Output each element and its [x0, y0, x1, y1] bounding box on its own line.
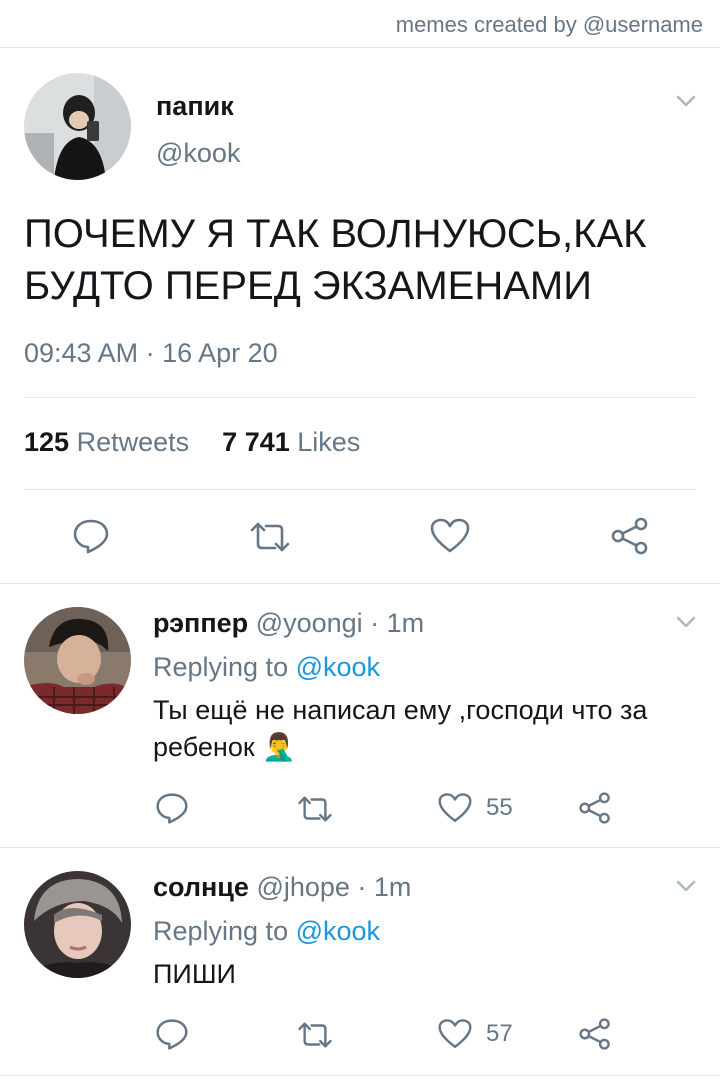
replying-to-prefix: Replying to — [153, 916, 289, 946]
chevron-down-icon[interactable] — [676, 615, 696, 634]
avatar[interactable] — [24, 871, 131, 978]
reply-icon[interactable] — [72, 517, 110, 555]
divider — [0, 1075, 720, 1076]
like-button[interactable]: 57 — [438, 1018, 513, 1050]
share-icon[interactable] — [610, 516, 650, 556]
divider — [0, 847, 720, 848]
replying-to: Replying to @kook — [153, 916, 380, 947]
reply-text: Ты ещё не написал ему ,господи что за ре… — [153, 695, 648, 762]
replying-to-prefix: Replying to — [153, 652, 289, 682]
display-name[interactable]: рэппер — [153, 608, 248, 638]
chevron-down-icon[interactable] — [676, 879, 696, 898]
display-name[interactable]: солнце — [153, 872, 249, 902]
like-icon[interactable] — [438, 1018, 472, 1050]
divider — [0, 583, 720, 584]
reply-text: ПИШИ — [153, 959, 236, 989]
chevron-down-icon[interactable] — [676, 94, 696, 113]
like-count: 55 — [486, 794, 513, 821]
credit-text: memes created by @username — [395, 12, 703, 37]
display-name[interactable]: папик — [156, 91, 234, 122]
like-button[interactable]: 55 — [438, 792, 513, 824]
share-icon[interactable] — [578, 1017, 612, 1051]
like-count: 57 — [486, 1020, 513, 1047]
user-handle-time[interactable]: @jhope · 1m — [256, 872, 411, 902]
like-icon[interactable] — [430, 518, 470, 554]
retweets-count[interactable]: 125 — [24, 427, 69, 457]
reply-header: рэппер @yoongi · 1m — [153, 608, 424, 639]
replying-to-link[interactable]: @kook — [296, 916, 380, 946]
tweet-text: ПОЧЕМУ Я ТАК ВОЛНУЮСЬ,КАК БУДТО ПЕРЕД ЭК… — [24, 212, 647, 308]
replying-to-link[interactable]: @kook — [296, 652, 380, 682]
reply-icon[interactable] — [155, 791, 189, 825]
divider — [24, 489, 696, 490]
avatar[interactable] — [24, 607, 131, 714]
reply-header: солнце @jhope · 1m — [153, 872, 411, 903]
retweet-icon[interactable] — [248, 520, 292, 554]
replying-to: Replying to @kook — [153, 652, 380, 683]
user-handle-time[interactable]: @yoongi · 1m — [256, 608, 424, 638]
tweet-timestamp[interactable]: 09:43 AM · 16 Apr 20 — [24, 338, 278, 369]
retweets-label[interactable]: Retweets — [77, 427, 190, 457]
reply-icon[interactable] — [155, 1017, 189, 1051]
retweet-icon[interactable] — [296, 1020, 334, 1050]
like-icon[interactable] — [438, 792, 472, 824]
tweet-stats: 125 Retweets 7 741 Likes — [24, 427, 360, 458]
likes-label[interactable]: Likes — [297, 427, 360, 457]
retweet-icon[interactable] — [296, 794, 334, 824]
share-icon[interactable] — [578, 791, 612, 825]
divider — [0, 47, 720, 48]
avatar[interactable] — [24, 73, 131, 180]
user-handle[interactable]: @kook — [156, 138, 240, 169]
divider — [24, 397, 696, 398]
likes-count[interactable]: 7 741 — [222, 427, 290, 457]
